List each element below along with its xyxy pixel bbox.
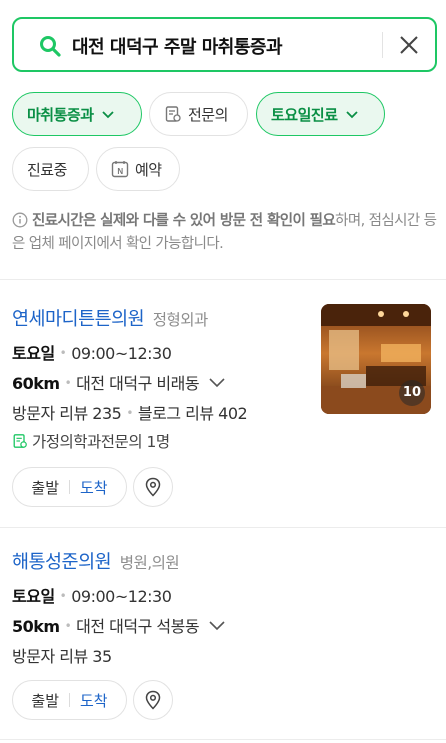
- place-hours: 토요일 • 09:00~12:30: [12, 344, 172, 363]
- route-arrive-button[interactable]: 도착: [80, 690, 108, 711]
- photo-count-badge: 10: [398, 380, 425, 406]
- place-reviews: 방문자 리뷰 235 • 블로그 리뷰 402: [12, 404, 248, 423]
- chevron-down-icon: [101, 111, 114, 119]
- hours-day: 토요일: [12, 344, 55, 363]
- hours-time: 09:00~12:30: [71, 587, 172, 606]
- search-icon: [40, 36, 61, 57]
- distance: 60km: [12, 374, 60, 393]
- map-pin-button[interactable]: [133, 680, 173, 720]
- map-pin-icon: [145, 690, 161, 710]
- notice-bold: 진료시간은 실제와 다를 수 있어 방문 전 확인이 필요: [32, 213, 336, 229]
- route-start-button[interactable]: 출발: [31, 690, 59, 711]
- place-category: 정형외과: [152, 311, 209, 329]
- filter-label: 토요일진료: [271, 105, 338, 124]
- place-specialist: 가정의학과전문의 1명: [12, 430, 170, 452]
- filter-open-now[interactable]: 진료중: [12, 147, 89, 191]
- route-separator: [69, 693, 70, 707]
- filter-label: 예약: [135, 160, 162, 179]
- place-hours: 토요일 • 09:00~12:30: [12, 587, 172, 606]
- info-icon: [12, 212, 28, 228]
- doctor-badge-icon: [165, 106, 181, 122]
- filter-specialist[interactable]: 전문의: [149, 92, 248, 136]
- place-category: 병원,의원: [119, 554, 180, 572]
- chevron-down-icon: [345, 111, 358, 119]
- divider: [0, 739, 446, 740]
- divider: [0, 527, 446, 528]
- route-button[interactable]: 출발 도착: [12, 680, 127, 720]
- chevron-down-icon: [209, 621, 225, 631]
- place-photo[interactable]: 10: [321, 304, 431, 414]
- filter-saturday[interactable]: 토요일진료: [256, 92, 385, 136]
- svg-text:N: N: [117, 167, 123, 176]
- search-box[interactable]: 대전 대덕구 주말 마취통증과: [12, 17, 437, 72]
- hours-time: 09:00~12:30: [71, 344, 172, 363]
- filter-label: 마취통증과: [27, 105, 94, 124]
- place-address[interactable]: 50km • 대전 대덕구 석봉동: [12, 613, 226, 637]
- place-name-link[interactable]: 해통성준의원: [12, 552, 112, 573]
- place-address[interactable]: 60km • 대전 대덕구 비래동: [12, 370, 226, 394]
- hours-day: 토요일: [12, 587, 55, 606]
- address: 대전 대덕구 석봉동: [76, 617, 200, 636]
- naver-booking-icon: N: [111, 161, 129, 178]
- filter-label: 전문의: [188, 105, 228, 124]
- search-input[interactable]: 대전 대덕구 주말 마취통증과: [72, 33, 283, 59]
- map-pin-button[interactable]: [133, 467, 173, 507]
- place-name-link[interactable]: 연세마디튼튼의원: [12, 309, 145, 330]
- search-divider: [382, 32, 383, 58]
- place-reviews: 방문자 리뷰 35: [12, 643, 112, 667]
- route-start-button[interactable]: 출발: [31, 477, 59, 498]
- blog-review[interactable]: 블로그 리뷰 402: [138, 404, 248, 423]
- visitor-review[interactable]: 방문자 리뷰 235: [12, 404, 122, 423]
- filter-label: 진료중: [27, 160, 67, 179]
- place-title-2: 해통성준의원 병원,의원: [12, 548, 180, 574]
- hours-notice: 진료시간은 실제와 다를 수 있어 방문 전 확인이 필요하며, 점심시간 등은…: [12, 210, 437, 256]
- filter-reservation[interactable]: N 예약: [96, 147, 180, 191]
- place-title-1: 연세마디튼튼의원 정형외과: [12, 305, 208, 331]
- specialist-text: 가정의학과전문의 1명: [32, 433, 170, 451]
- route-button[interactable]: 출발 도착: [12, 467, 127, 507]
- visitor-review[interactable]: 방문자 리뷰 35: [12, 647, 112, 666]
- address: 대전 대덕구 비래동: [76, 374, 200, 393]
- distance: 50km: [12, 617, 60, 636]
- map-pin-icon: [145, 477, 161, 497]
- chevron-down-icon: [209, 378, 225, 388]
- route-separator: [69, 480, 70, 494]
- close-icon[interactable]: [398, 34, 420, 56]
- divider: [0, 279, 446, 280]
- filter-department[interactable]: 마취통증과: [12, 92, 142, 136]
- route-arrive-button[interactable]: 도착: [80, 477, 108, 498]
- doctor-badge-icon: [13, 434, 27, 448]
